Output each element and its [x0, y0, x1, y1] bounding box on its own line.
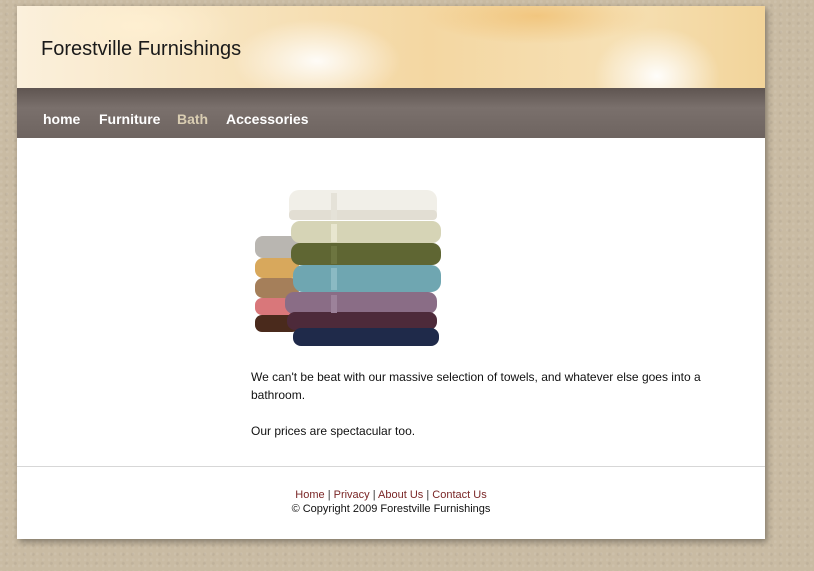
footer-separator: |: [327, 489, 331, 501]
nav-item-bath[interactable]: Bath: [177, 111, 208, 127]
prices-paragraph: Our prices are spectacular too.: [251, 424, 416, 438]
footer-link-home[interactable]: Home: [295, 489, 324, 501]
footer-separator: |: [426, 489, 430, 501]
footer-divider: [17, 466, 765, 467]
footer-separator: |: [372, 489, 376, 501]
footer-link-privacy[interactable]: Privacy: [334, 489, 370, 501]
site-header: Forestville Furnishings: [17, 6, 765, 88]
nav-item-furniture[interactable]: Furniture: [99, 111, 160, 127]
page-container: Forestville Furnishings home Furniture B…: [17, 6, 765, 539]
nav-item-home[interactable]: home: [43, 111, 80, 127]
intro-paragraph: We can't be beat with our massive select…: [251, 370, 701, 402]
footer-link-about-us[interactable]: About Us: [378, 489, 423, 501]
towels-image: [255, 190, 441, 346]
nav-item-accessories[interactable]: Accessories: [226, 111, 309, 127]
main-nav: home Furniture Bath Accessories: [17, 88, 765, 138]
site-title: Forestville Furnishings: [41, 38, 242, 60]
footer-links: Home | Privacy | About Us | Contact Us: [17, 489, 765, 501]
copyright-text: © Copyright 2009 Forestville Furnishings: [291, 503, 491, 515]
footer-link-contact-us[interactable]: Contact Us: [432, 489, 486, 501]
